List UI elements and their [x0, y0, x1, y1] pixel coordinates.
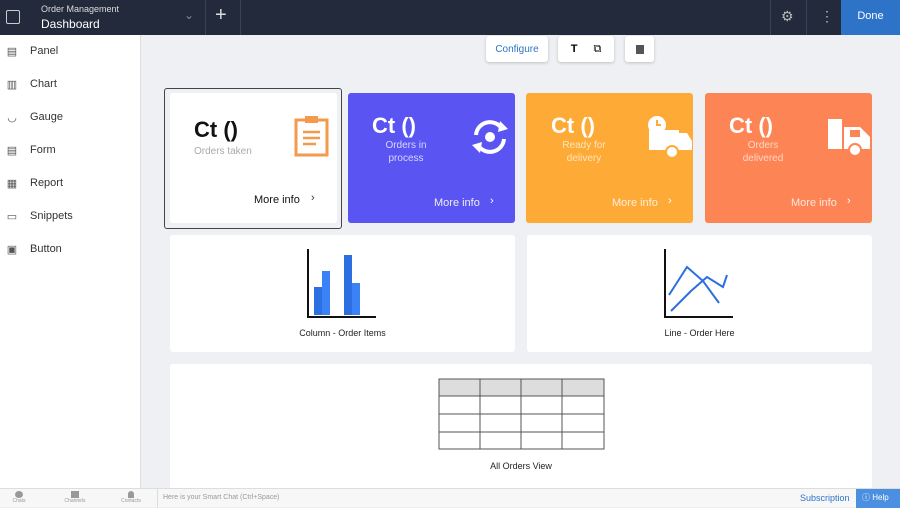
contacts-button[interactable]: Contacts — [118, 491, 144, 504]
delete-button[interactable] — [625, 36, 654, 62]
done-button[interactable]: Done — [841, 0, 900, 35]
sidebar-item-button[interactable]: ▣ Button — [6, 239, 62, 259]
chat-icon — [15, 491, 23, 498]
kpi-ready-for-delivery[interactable]: Ct () Ready for delivery More info › — [526, 93, 693, 223]
table-icon — [438, 378, 605, 450]
trash-icon — [635, 44, 644, 54]
report-icon: ▦ — [6, 177, 18, 190]
chevron-right-icon: › — [490, 195, 494, 207]
report-widget-title: All Orders View — [490, 461, 552, 471]
more-info-link[interactable]: More info — [791, 197, 837, 209]
help-icon: ⓘ — [862, 493, 870, 502]
contact-icon — [128, 491, 134, 498]
bottom-bar: Chats Channels Contacts Here is your Sma… — [0, 488, 900, 508]
clipboard-icon — [294, 116, 329, 157]
chats-button[interactable]: Chats — [8, 491, 30, 504]
more-info-link[interactable]: More info — [434, 197, 480, 209]
form-icon: ▤ — [6, 144, 18, 157]
subscription-link[interactable]: Subscription — [800, 493, 850, 503]
sidebar-item-panel[interactable]: ▤ Panel — [6, 41, 58, 61]
channels-button[interactable]: Channels — [62, 491, 88, 504]
smart-chat-input[interactable]: Here is your Smart Chat (Ctrl+Space) — [163, 494, 280, 501]
chevron-right-icon: › — [668, 195, 672, 207]
dashboard-icon[interactable] — [6, 10, 20, 24]
kpi-orders-taken[interactable]: Ct () Orders taken More info › — [170, 93, 337, 223]
sidebar-item-report[interactable]: ▦ Report — [6, 173, 63, 193]
add-icon[interactable]: + — [215, 4, 227, 27]
sidebar: ▤ Panel ▥ Chart ◡ Gauge ▤ Form ▦ Report ▭ Snip… — [0, 35, 141, 488]
line-widget-title: Line - Order Here — [664, 328, 735, 338]
snippets-icon: ▭ — [6, 210, 18, 223]
more-info-link[interactable]: More info — [254, 194, 300, 206]
line-chart-icon — [664, 249, 733, 318]
chevron-down-icon[interactable]: ⌄ — [184, 8, 194, 22]
sync-icon — [472, 120, 508, 154]
chart-icon: ▥ — [6, 78, 18, 91]
line-chart-widget[interactable]: Line - Order Here — [527, 235, 872, 352]
button-icon: ▣ — [6, 243, 18, 256]
column-chart-icon — [307, 249, 376, 318]
sidebar-item-gauge[interactable]: ◡ Gauge — [6, 107, 63, 127]
sidebar-item-form[interactable]: ▤ Form — [6, 140, 56, 160]
more-options-icon[interactable]: ⋮ — [820, 8, 834, 25]
column-chart-widget[interactable]: Column - Order Items — [170, 235, 515, 352]
text-icon[interactable]: T — [571, 43, 578, 55]
gauge-icon: ◡ — [7, 111, 17, 124]
chevron-right-icon: › — [847, 195, 851, 207]
channels-icon — [71, 491, 79, 498]
delivery-clock-icon — [648, 116, 692, 159]
top-bar: Order Management Dashboard ⌄ + ⚙ ⋮ Done — [0, 0, 900, 35]
sidebar-item-snippets[interactable]: ▭ Snippets — [6, 206, 73, 226]
truck-icon — [828, 119, 870, 157]
chevron-right-icon: › — [311, 192, 315, 204]
report-widget[interactable]: All Orders View — [170, 364, 872, 494]
configure-button[interactable]: Configure — [486, 36, 548, 62]
sidebar-item-chart[interactable]: ▥ Chart — [6, 74, 57, 94]
copy-icon[interactable]: ⧉ — [593, 43, 601, 56]
gear-icon[interactable]: ⚙ — [781, 8, 794, 25]
help-button[interactable]: ⓘ Help — [856, 489, 900, 508]
panel-icon: ▤ — [6, 45, 18, 58]
column-widget-title: Column - Order Items — [299, 328, 386, 338]
app-name: Order Management — [41, 4, 120, 14]
more-info-link[interactable]: More info — [612, 197, 658, 209]
kpi-orders-delivered[interactable]: Ct () Orders delivered More info › — [705, 93, 872, 223]
kpi-orders-in-process[interactable]: Ct () Orders in process More info › — [348, 93, 515, 223]
page-name: Dashboard — [41, 17, 100, 31]
